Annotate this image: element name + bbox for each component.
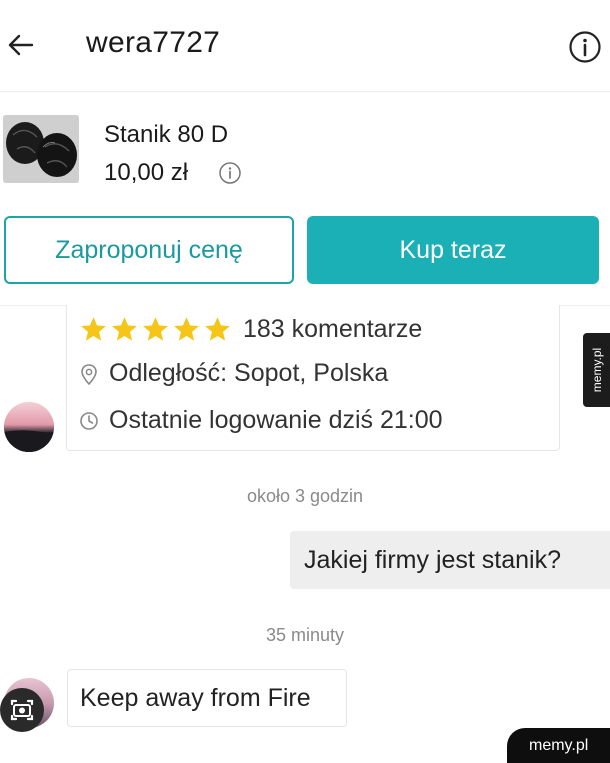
star-icon	[174, 317, 199, 341]
item-price: 10,00 zł	[104, 159, 189, 186]
rating-stars	[79, 315, 232, 344]
buy-now-button[interactable]: Kup teraz	[307, 216, 599, 284]
seller-location: Odległość: Sopot, Polska	[109, 359, 389, 387]
location-pin-icon	[81, 364, 97, 386]
outgoing-message[interactable]: Jakiej firmy jest stanik?	[290, 531, 610, 589]
item-thumbnail[interactable]	[3, 115, 79, 183]
username-title: wera7727	[86, 26, 221, 59]
sunset-avatar-image	[4, 402, 54, 452]
chat-header: wera7727	[0, 0, 610, 92]
star-icon	[143, 317, 168, 341]
message-timestamp: około 3 godzin	[246, 486, 364, 506]
camera-lens-icon	[10, 699, 34, 721]
info-circle-icon	[569, 31, 601, 63]
seller-info-card: 183 komentarze Odległość: Sopot, Polska …	[66, 305, 560, 451]
star-icon	[205, 317, 230, 341]
incoming-message[interactable]: Keep away from Fire	[67, 669, 347, 727]
arrow-left-icon	[8, 34, 34, 56]
lens-button[interactable]	[0, 688, 44, 732]
make-offer-button[interactable]: Zaproponuj cenę	[4, 216, 294, 284]
info-button[interactable]	[568, 30, 602, 64]
watermark-corner: memy.pl	[507, 728, 610, 763]
star-icon	[81, 317, 106, 341]
reviews-count[interactable]: 183 komentarze	[243, 315, 422, 344]
last-login: Ostatnie logowanie dziś 21:00	[109, 406, 443, 434]
item-title: Stanik 80 D	[104, 121, 229, 148]
back-button[interactable]	[4, 28, 38, 62]
price-info-button[interactable]	[218, 161, 242, 185]
message-timestamp: 35 minuty	[265, 625, 345, 645]
item-summary[interactable]: Stanik 80 D 10,00 zł	[0, 93, 610, 203]
watermark-text: memy.pl	[589, 347, 604, 393]
info-circle-icon	[219, 162, 241, 184]
star-icon	[112, 317, 137, 341]
watermark-side: memy.pl	[583, 333, 610, 407]
clock-icon	[80, 412, 98, 430]
bra-photo-image	[3, 115, 79, 183]
seller-avatar[interactable]	[4, 402, 54, 452]
